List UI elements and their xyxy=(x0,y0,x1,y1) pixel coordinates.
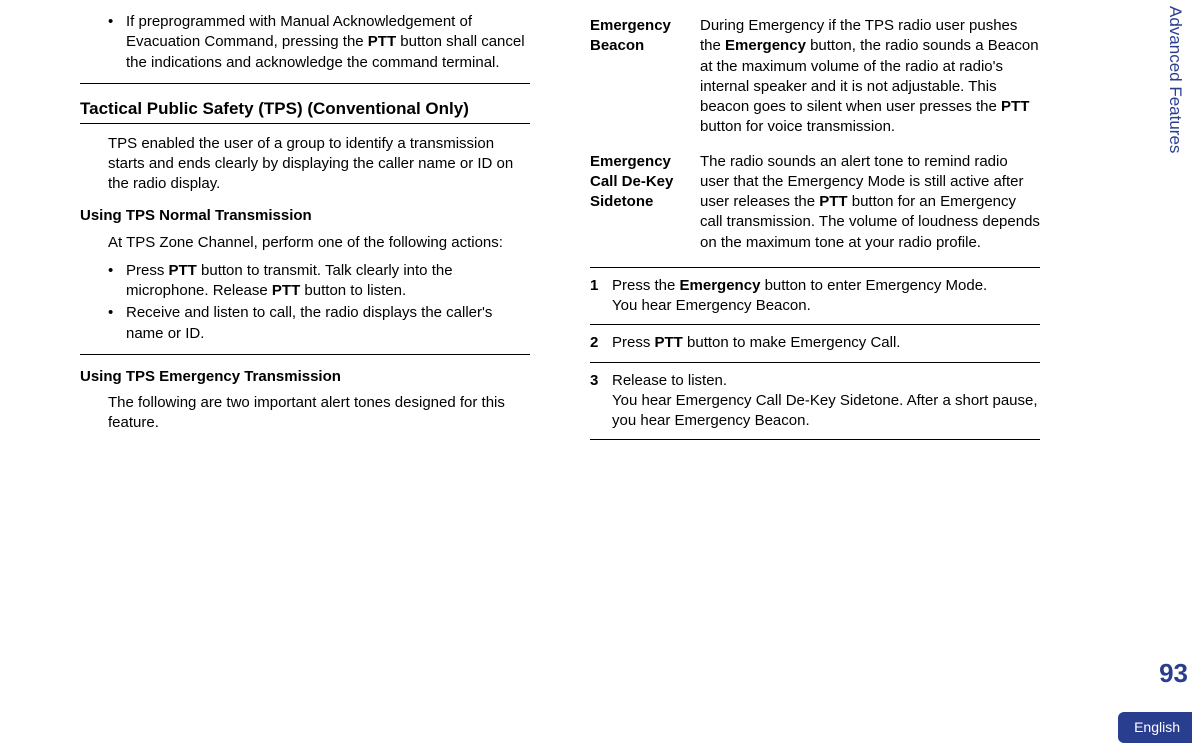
definition-body: During Emergency if the TPS radio user p… xyxy=(690,16,1040,138)
text-bold: PTT xyxy=(655,334,683,351)
bullet-icon: • xyxy=(108,12,126,73)
step-body: Press the Emergency button to enter Emer… xyxy=(612,276,1040,317)
section-title-vertical: Advanced Features xyxy=(1163,6,1186,153)
text-bold: PTT xyxy=(1001,98,1029,115)
step-body: Press PTT button to make Emergency Call. xyxy=(612,333,1040,353)
text: You hear Emergency Call De-Key Sidetone.… xyxy=(612,392,1038,429)
text-bold: PTT xyxy=(819,193,847,210)
definition-term: Emergency Beacon xyxy=(590,16,690,138)
list-item: • If preprogrammed with Manual Acknowled… xyxy=(108,12,530,73)
text-bold: PTT xyxy=(368,33,396,50)
text: Release to listen. xyxy=(612,372,727,389)
text: Press xyxy=(612,334,655,351)
step-row: 1 Press the Emergency button to enter Em… xyxy=(590,268,1040,326)
step-number: 2 xyxy=(590,333,612,353)
text: Press the xyxy=(612,277,680,294)
step-body: Release to listen. You hear Emergency Ca… xyxy=(612,371,1040,432)
text: button to enter Emergency Mode. xyxy=(760,277,987,294)
divider xyxy=(80,123,530,124)
definition-body: The radio sounds an alert tone to remind… xyxy=(690,152,1040,253)
divider xyxy=(80,83,530,84)
text-bold: Emergency xyxy=(680,277,761,294)
right-sidebar: Advanced Features 93 English xyxy=(1142,0,1192,749)
page-number: 93 xyxy=(1159,656,1188,691)
text-bold: PTT xyxy=(169,262,197,279)
step-number: 3 xyxy=(590,371,612,432)
section-body: TPS enabled the user of a group to ident… xyxy=(108,134,530,195)
bullet-icon: • xyxy=(108,303,126,344)
bullet-text: Press PTT button to transmit. Talk clear… xyxy=(126,261,530,302)
paragraph: The following are two important alert to… xyxy=(108,393,530,434)
step-row: 3 Release to listen. You hear Emergency … xyxy=(590,363,1040,441)
definition-row: Emergency Call De-Key Sidetone The radio… xyxy=(590,152,1040,253)
section-heading: Tactical Public Safety (TPS) (Convention… xyxy=(80,98,530,121)
definition-term: Emergency Call De-Key Sidetone xyxy=(590,152,690,253)
steps-list: 1 Press the Emergency button to enter Em… xyxy=(590,267,1040,441)
right-column: Emergency Beacon During Emergency if the… xyxy=(570,10,1060,440)
language-chip: English xyxy=(1118,712,1192,743)
left-column: • If preprogrammed with Manual Acknowled… xyxy=(60,10,550,440)
list-item: • Receive and listen to call, the radio … xyxy=(108,303,530,344)
text: You hear Emergency Beacon. xyxy=(612,297,811,314)
step-row: 2 Press PTT button to make Emergency Cal… xyxy=(590,325,1040,362)
bullet-text: If preprogrammed with Manual Acknowledge… xyxy=(126,12,530,73)
bullet-list: • Press PTT button to transmit. Talk cle… xyxy=(108,261,530,344)
text: button for voice transmission. xyxy=(700,118,895,135)
step-number: 1 xyxy=(590,276,612,317)
top-bullet-block: • If preprogrammed with Manual Acknowled… xyxy=(108,12,530,73)
page-content: • If preprogrammed with Manual Acknowled… xyxy=(0,0,1130,450)
paragraph: At TPS Zone Channel, perform one of the … xyxy=(108,233,530,253)
subsection-heading: Using TPS Normal Transmission xyxy=(80,206,530,226)
definition-row: Emergency Beacon During Emergency if the… xyxy=(590,16,1040,138)
text: button to make Emergency Call. xyxy=(683,334,901,351)
text: button to listen. xyxy=(300,282,406,299)
list-item: • Press PTT button to transmit. Talk cle… xyxy=(108,261,530,302)
text-bold: Emergency xyxy=(725,37,806,54)
subsection-heading: Using TPS Emergency Transmission xyxy=(80,367,530,387)
bullet-text: Receive and listen to call, the radio di… xyxy=(126,303,530,344)
divider xyxy=(80,354,530,355)
text-bold: PTT xyxy=(272,282,300,299)
bullet-icon: • xyxy=(108,261,126,302)
text: Press xyxy=(126,262,169,279)
